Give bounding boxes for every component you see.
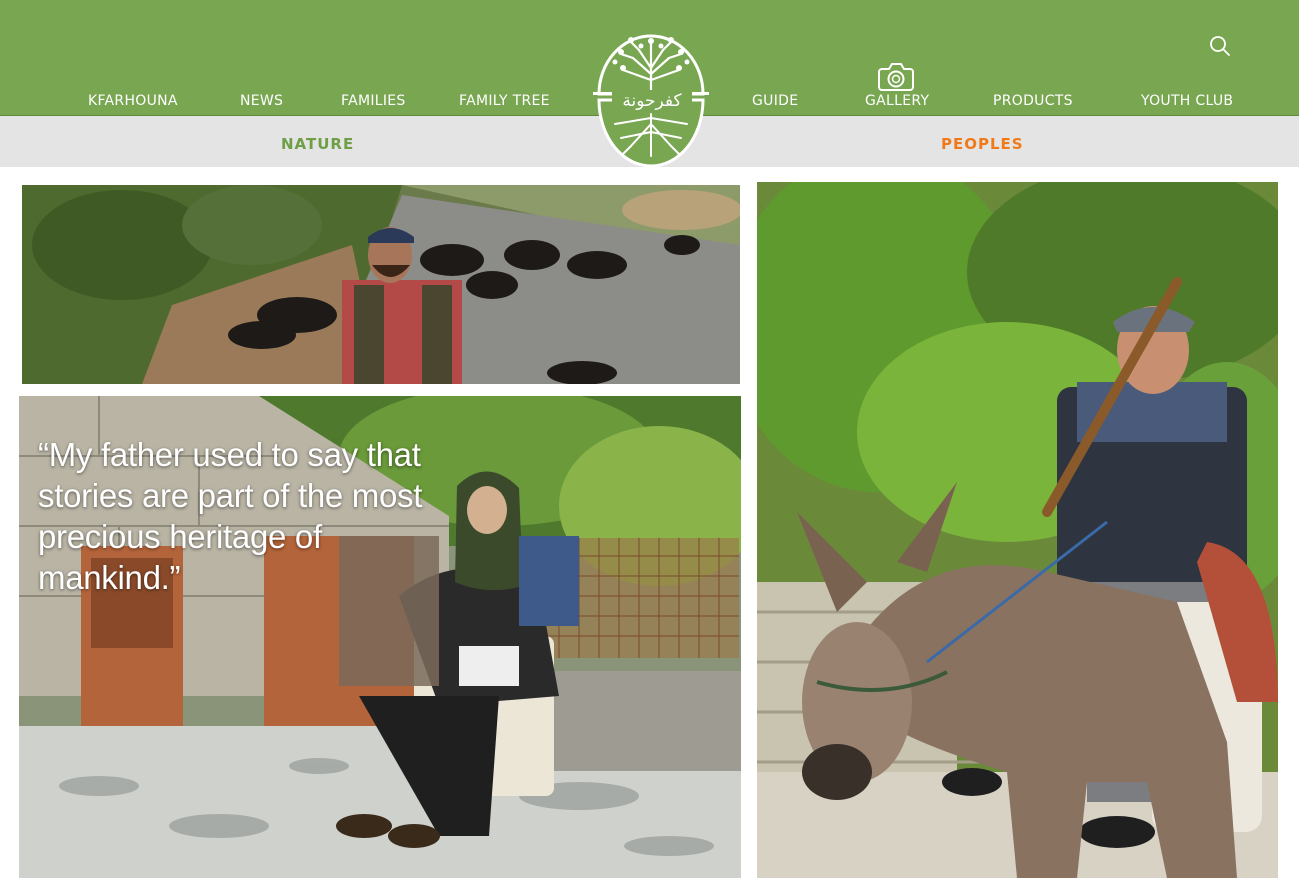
nav-item-family-tree[interactable]: FAMILY TREE bbox=[459, 93, 550, 109]
nav-item-kfarhouna[interactable]: KFARHOUNA bbox=[88, 93, 178, 109]
nav-item-news[interactable]: NEWS bbox=[240, 93, 283, 109]
tab-peoples[interactable]: PEOPLES bbox=[941, 135, 1024, 153]
quote-text: “My father used to say that stories are … bbox=[38, 436, 423, 596]
nav-item-guide[interactable]: GUIDE bbox=[752, 93, 798, 109]
goat-herder-photo[interactable] bbox=[22, 185, 740, 384]
tab-nature[interactable]: NATURE bbox=[281, 135, 354, 153]
search-icon[interactable] bbox=[1208, 34, 1232, 58]
camera-icon[interactable] bbox=[876, 59, 916, 93]
man-on-donkey-photo[interactable] bbox=[757, 182, 1278, 878]
nav-item-youth-club[interactable]: YOUTH CLUB bbox=[1141, 93, 1233, 109]
nav-item-families[interactable]: FAMILIES bbox=[341, 93, 406, 109]
nav-item-gallery[interactable]: GALLERY bbox=[865, 93, 929, 109]
logo-arabic-name: كفرحونة bbox=[612, 90, 692, 112]
nav-item-products[interactable]: PRODUCTS bbox=[993, 93, 1073, 109]
